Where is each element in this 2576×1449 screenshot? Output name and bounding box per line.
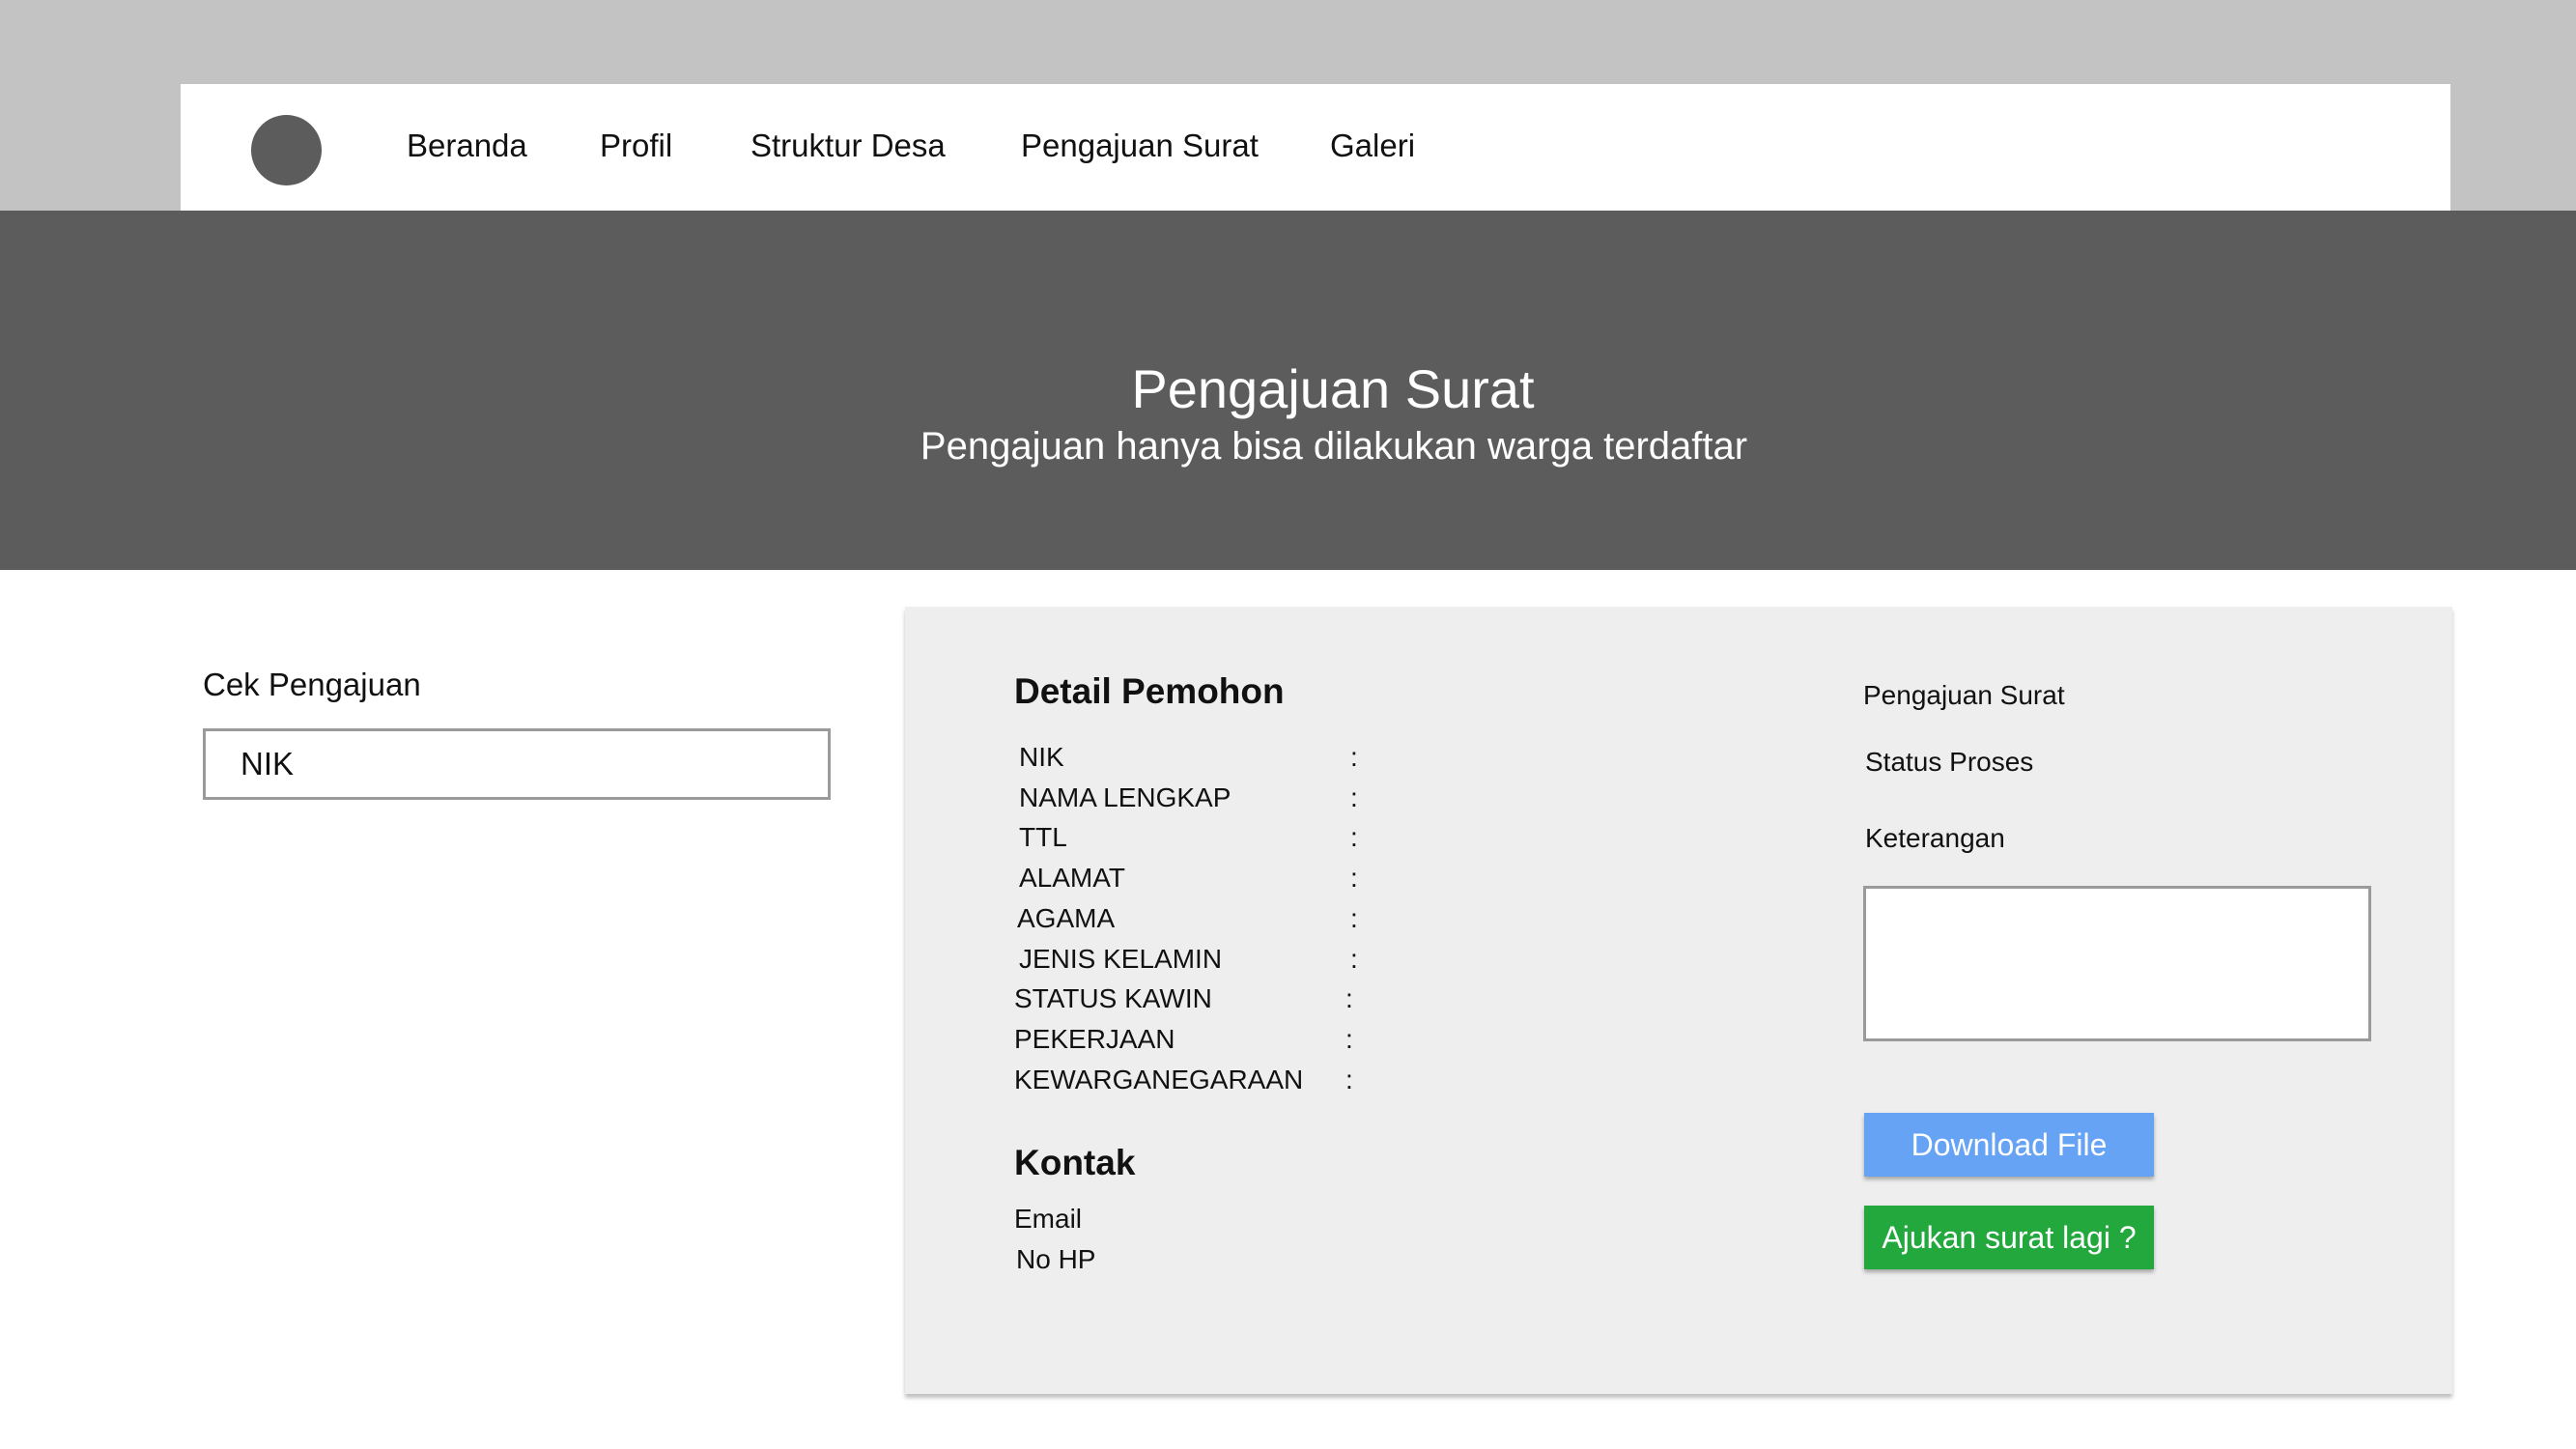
field-label-nama-lengkap: NAMA LENGKAP xyxy=(1019,782,1231,812)
nav-item-galeri[interactable]: Galeri xyxy=(1330,128,1415,164)
field-label-nik: NIK xyxy=(1019,742,1064,772)
detail-panel: Detail Pemohon NIK : NAMA LENGKAP : TTL … xyxy=(905,607,2452,1394)
field-label-agama: AGAMA xyxy=(1017,903,1116,933)
detail-pemohon-title: Detail Pemohon xyxy=(1014,671,1285,711)
hero-subtitle: Pengajuan hanya bisa dilakukan warga ter… xyxy=(920,425,1748,468)
field-label-ttl: TTL xyxy=(1019,822,1067,852)
field-colon: : xyxy=(1350,903,1358,933)
pengajuan-surat-label: Pengajuan Surat xyxy=(1863,680,2065,710)
nav-item-struktur-desa[interactable]: Struktur Desa xyxy=(750,128,946,164)
download-file-button[interactable]: Download File xyxy=(1864,1113,2154,1177)
keterangan-label: Keterangan xyxy=(1865,823,2005,853)
field-label-pekerjaan: PEKERJAAN xyxy=(1014,1024,1175,1054)
email-label: Email xyxy=(1014,1204,1083,1234)
navbar: Beranda Profil Struktur Desa Pengajuan S… xyxy=(181,84,2450,211)
field-colon: : xyxy=(1345,983,1353,1013)
field-colon: : xyxy=(1350,944,1358,974)
ajukan-surat-lagi-button[interactable]: Ajukan surat lagi ? xyxy=(1864,1206,2154,1269)
field-colon: : xyxy=(1345,1024,1353,1054)
field-label-alamat: ALAMAT xyxy=(1019,863,1125,893)
nav-item-pengajuan-surat[interactable]: Pengajuan Surat xyxy=(1021,128,1259,164)
logo[interactable] xyxy=(251,115,322,185)
field-label-status-kawin: STATUS KAWIN xyxy=(1014,983,1212,1013)
hero-title: Pengajuan Surat xyxy=(1131,358,1535,419)
keterangan-textarea[interactable] xyxy=(1863,886,2371,1041)
field-label-kewarganegaraan: KEWARGANEGARAAN xyxy=(1014,1065,1304,1094)
phone-label: No HP xyxy=(1016,1244,1096,1274)
field-colon: : xyxy=(1350,822,1358,852)
kontak-title: Kontak xyxy=(1014,1143,1136,1182)
status-proses-label: Status Proses xyxy=(1865,747,2034,777)
field-colon: : xyxy=(1345,1065,1353,1094)
cek-pengajuan-label: Cek Pengajuan xyxy=(203,667,421,702)
nav-item-profil[interactable]: Profil xyxy=(600,128,672,164)
field-colon: : xyxy=(1350,782,1358,812)
nav-item-beranda[interactable]: Beranda xyxy=(407,128,527,164)
hero-banner: Pengajuan Surat Pengajuan hanya bisa dil… xyxy=(0,211,2576,570)
nik-input[interactable] xyxy=(203,728,831,800)
field-colon: : xyxy=(1350,742,1358,772)
field-label-jenis-kelamin: JENIS KELAMIN xyxy=(1019,944,1223,974)
field-colon: : xyxy=(1350,863,1358,893)
